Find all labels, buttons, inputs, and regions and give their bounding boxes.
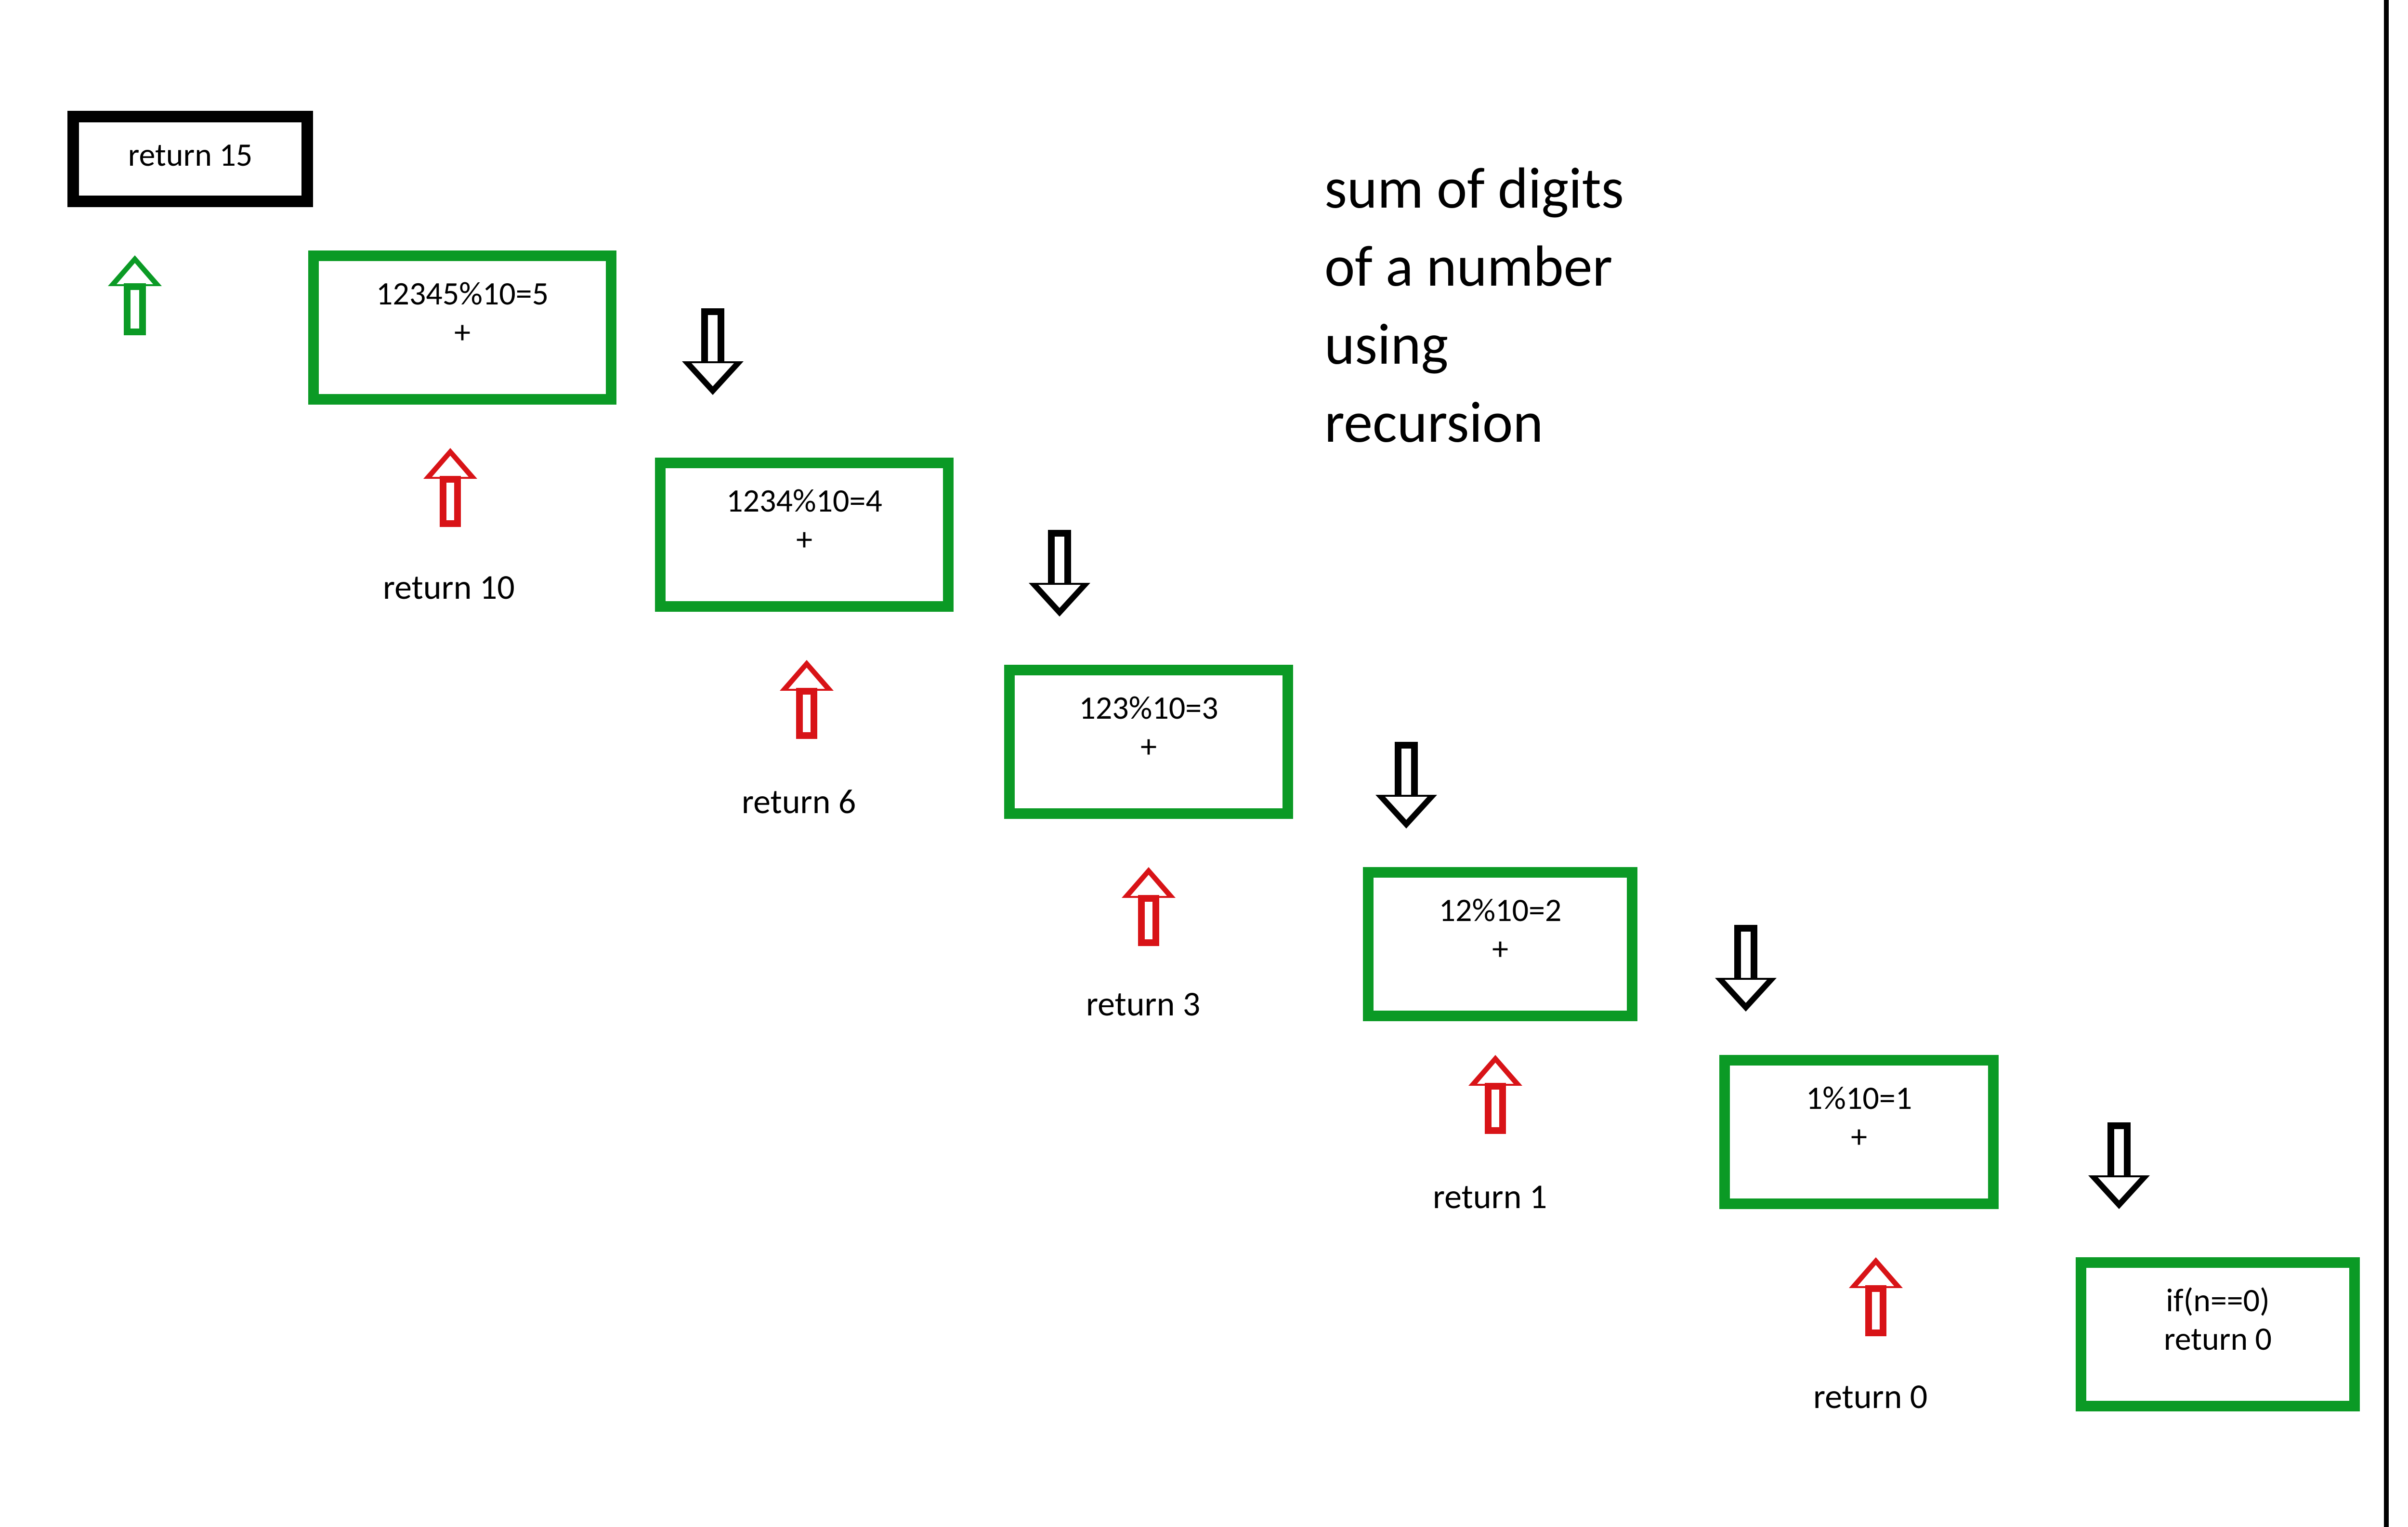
arrow-up-icon: [778, 660, 836, 747]
page-edge-line: [2384, 0, 2389, 1527]
return-label: return 6: [742, 780, 856, 823]
arrow-down-icon: [1712, 925, 1780, 1021]
arrow-up-icon: [104, 255, 166, 342]
diagram-title: sum of digits of a number using recursio…: [1324, 149, 1624, 461]
arrow-up-icon: [1466, 1055, 1524, 1142]
step-expr: 1%10=1: [1747, 1079, 1971, 1118]
arrow-up-icon: [1847, 1257, 1905, 1344]
base-line: if(n==0): [2104, 1281, 2332, 1320]
step-plus: +: [336, 313, 589, 352]
return-label: return 0: [1813, 1375, 1927, 1418]
title-line: recursion: [1324, 383, 1624, 461]
arrow-down-icon: [1373, 742, 1440, 838]
arrow-up-icon: [1120, 867, 1178, 954]
title-line: using: [1324, 305, 1624, 383]
step-plus: +: [1032, 727, 1265, 766]
step-plus: +: [1747, 1118, 1971, 1156]
arrow-down-icon: [2085, 1122, 2153, 1219]
result-text: return 15: [128, 135, 253, 175]
base-line: return 0: [2104, 1320, 2332, 1358]
diagram-canvas: sum of digits of a number using recursio…: [0, 0, 2408, 1523]
step-expr: 1234%10=4: [683, 482, 926, 520]
arrow-down-icon: [679, 308, 746, 405]
title-line: of a number: [1324, 227, 1624, 305]
result-box: return 15: [67, 111, 313, 207]
step-expr: 12345%10=5: [336, 275, 589, 313]
return-label: return 1: [1433, 1175, 1547, 1218]
arrow-up-icon: [421, 448, 479, 535]
step-expr: 12%10=2: [1391, 891, 1610, 930]
step-plus: +: [683, 520, 926, 559]
return-label: return 3: [1086, 983, 1200, 1025]
return-label: return 10: [383, 566, 515, 608]
step-expr: 123%10=3: [1032, 689, 1265, 727]
step-box: 1234%10=4 +: [655, 458, 954, 612]
step-box: 12%10=2 +: [1363, 867, 1637, 1021]
arrow-down-icon: [1026, 530, 1093, 626]
step-box: 1%10=1 +: [1719, 1055, 1999, 1209]
step-box: 123%10=3 +: [1004, 665, 1293, 819]
base-case-box: if(n==0) return 0: [2076, 1257, 2360, 1411]
title-line: sum of digits: [1324, 149, 1624, 227]
step-box: 12345%10=5 +: [308, 250, 616, 405]
step-plus: +: [1391, 930, 1610, 968]
